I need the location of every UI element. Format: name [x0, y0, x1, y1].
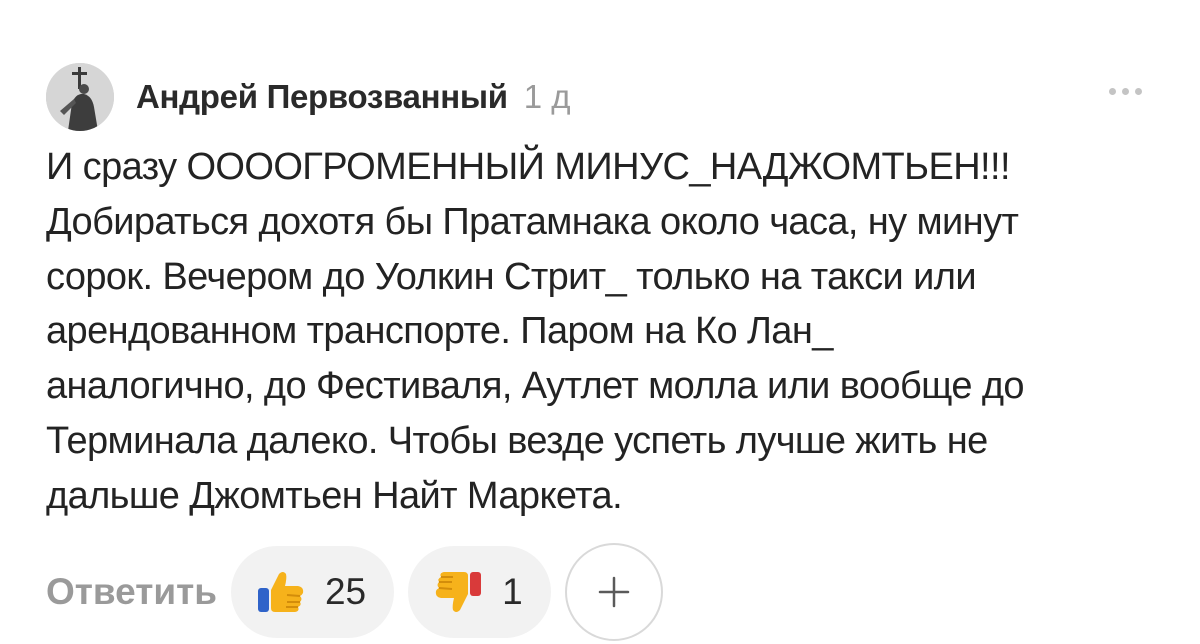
dislike-button[interactable]: 1	[408, 546, 551, 638]
dot	[1135, 88, 1142, 95]
like-count: 25	[324, 571, 367, 612]
dot	[1122, 88, 1129, 95]
comment-header: Андрей Первозванный 1 д	[46, 62, 571, 132]
author-name[interactable]: Андрей Первозванный	[136, 78, 508, 116]
statue-avatar-image	[46, 63, 114, 131]
thumbs-down-icon	[435, 572, 482, 612]
avatar[interactable]	[46, 63, 114, 131]
dislike-count: 1	[502, 571, 523, 612]
reply-button[interactable]: Ответить	[46, 571, 217, 613]
comment-actions: Ответить 25 1	[46, 543, 663, 641]
more-dots-icon[interactable]	[1109, 88, 1142, 95]
plus-icon	[598, 576, 629, 608]
thumbs-up-icon	[257, 572, 304, 612]
comment-text: И сразу ООООГРОМЕННЫЙ МИНУС_НАДЖОМТЬЕН!!…	[46, 146, 1025, 517]
like-button[interactable]: 25	[230, 546, 395, 638]
add-reaction-button[interactable]	[564, 543, 663, 641]
comment-card: Андрей Первозванный 1 д И сразу ООООГРОМ…	[0, 0, 1200, 644]
comment-time: 1 д	[523, 78, 571, 115]
dot	[1109, 88, 1116, 95]
